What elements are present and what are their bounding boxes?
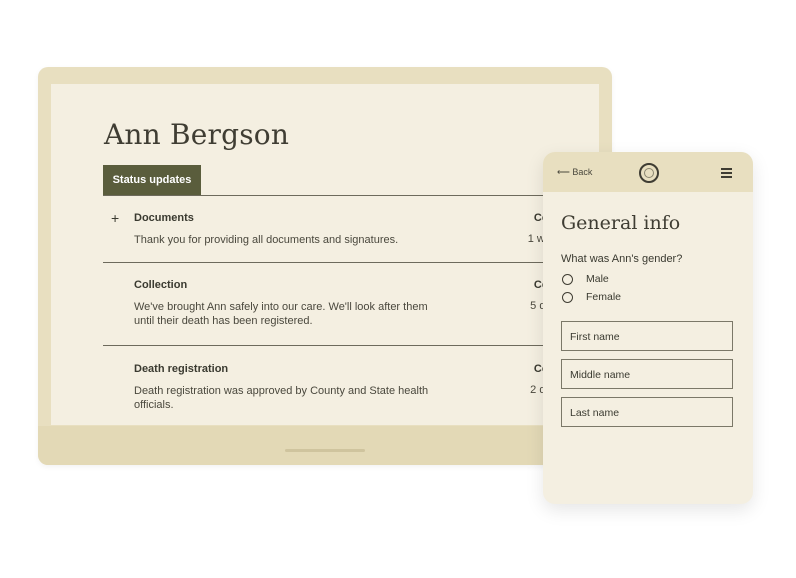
- brand-logo-icon: [639, 163, 659, 183]
- divider: [103, 195, 599, 196]
- first-name-field[interactable]: First name: [561, 321, 733, 351]
- radio-label: Female: [586, 291, 622, 303]
- phone-header: ⟵ Back: [543, 152, 753, 192]
- back-label: Back: [572, 167, 593, 177]
- middle-name-field[interactable]: Middle name: [561, 359, 733, 389]
- expand-plus-icon[interactable]: +: [111, 210, 119, 226]
- radio-button[interactable]: [562, 274, 573, 285]
- divider: [103, 262, 599, 263]
- back-button[interactable]: ⟵ Back: [557, 167, 592, 178]
- status-item-description: Thank you for providing all documents an…: [134, 234, 399, 246]
- gender-question: What was Ann's gender?: [561, 253, 683, 265]
- page-title: Ann Bergson: [104, 118, 290, 151]
- radio-label: Male: [586, 273, 609, 285]
- status-item-title: Collection: [134, 279, 188, 291]
- laptop-base: [38, 426, 612, 465]
- laptop-frame: Ann Bergson Status updates + Documents T…: [38, 67, 612, 465]
- divider: [103, 345, 599, 346]
- status-item-title: Death registration: [134, 363, 229, 375]
- laptop-notch: [285, 449, 365, 452]
- last-name-field[interactable]: Last name: [561, 397, 733, 427]
- tab-status-updates[interactable]: Status updates: [103, 165, 201, 195]
- hamburger-menu-icon[interactable]: [721, 168, 732, 180]
- section-heading: General info: [561, 212, 681, 234]
- back-arrow-icon: ⟵: [557, 167, 570, 177]
- status-item-description: Death registration was approved by Count…: [134, 385, 429, 411]
- radio-button[interactable]: [562, 292, 573, 303]
- phone-frame: ⟵ Back General info What was Ann's gende…: [543, 152, 753, 504]
- status-item-title: Documents: [134, 212, 194, 224]
- status-item-description: We've brought Ann safely into our care. …: [134, 301, 428, 327]
- laptop-screen: Ann Bergson Status updates + Documents T…: [51, 84, 599, 425]
